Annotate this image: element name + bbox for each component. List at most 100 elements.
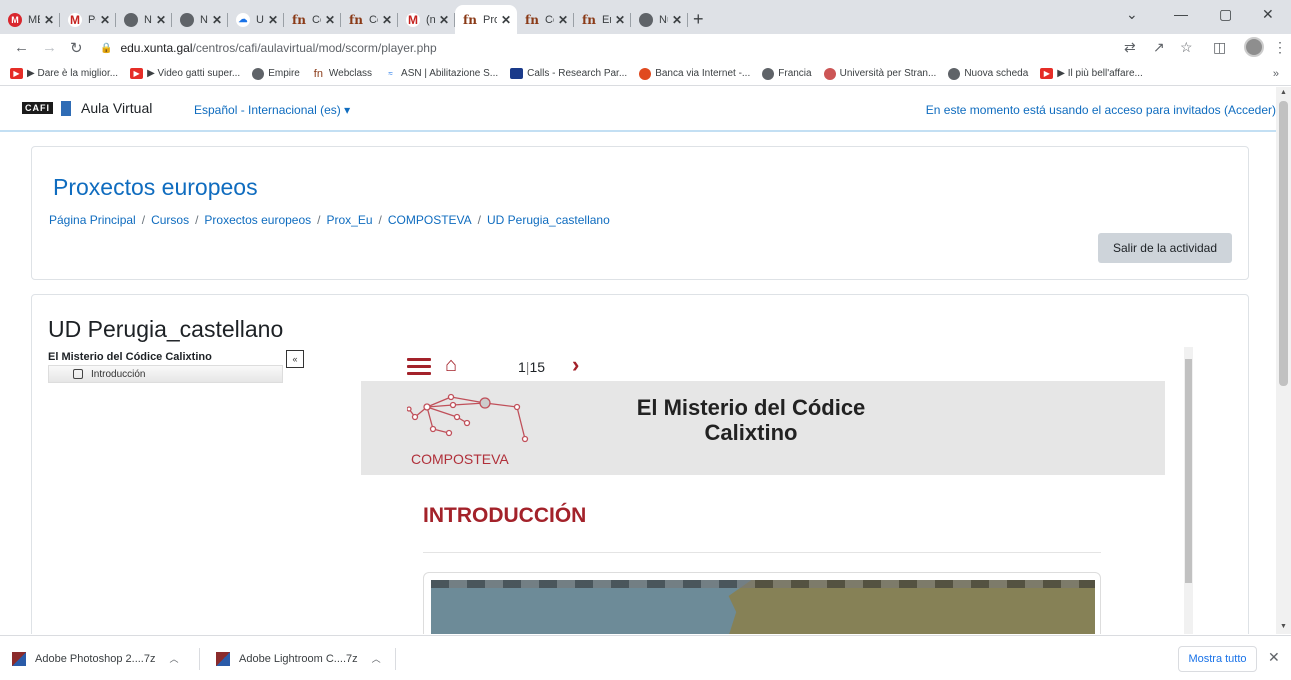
new-tab-icon[interactable]: + bbox=[693, 9, 704, 30]
tab-mega[interactable]: MMEGA✕ bbox=[0, 5, 60, 34]
toc-item-introduccion[interactable]: Introducción bbox=[48, 365, 283, 383]
breadcrumb-item[interactable]: Prox_Eu bbox=[327, 213, 373, 227]
fn-icon: fn bbox=[292, 12, 306, 27]
scorm-title: El Misterio del Códice Calixtino bbox=[636, 395, 866, 446]
language-menu[interactable]: Español - Internacional (es) ▾ bbox=[194, 103, 350, 117]
side-panel-icon[interactable]: ◫ bbox=[1213, 39, 1226, 56]
close-tab-icon[interactable]: ✕ bbox=[156, 13, 166, 27]
close-tab-icon[interactable]: ✕ bbox=[615, 13, 625, 27]
next-page-icon[interactable]: › bbox=[572, 352, 579, 378]
bookmark-item[interactable]: Calls - Research Par... bbox=[510, 68, 627, 79]
guest-access-info: En este momento está usando el acceso pa… bbox=[925, 103, 1276, 117]
bookmark-item[interactable]: Nuova scheda bbox=[948, 67, 1028, 80]
tab-centro-1[interactable]: fnCentro✕ bbox=[284, 5, 341, 34]
download-item[interactable]: Adobe Lightroom C....7z ︿ bbox=[216, 636, 381, 680]
tab-search-icon[interactable]: ⌄ bbox=[1126, 6, 1138, 23]
page-scrollbar[interactable]: ▲ ▼ bbox=[1276, 87, 1291, 634]
tab-centro-3[interactable]: fnCentro✕ bbox=[517, 5, 574, 34]
close-tab-icon[interactable]: ✕ bbox=[212, 13, 222, 27]
scorm-scrollbar-thumb[interactable] bbox=[1185, 359, 1192, 583]
bookmark-item[interactable]: fn Webclass bbox=[312, 67, 372, 80]
url-host: edu.xunta.gal bbox=[120, 41, 193, 55]
tab-posta[interactable]: MPosta in✕ bbox=[60, 5, 116, 34]
fn-icon: fn bbox=[463, 12, 477, 27]
bookmark-item[interactable]: Banca via Internet -... bbox=[639, 67, 750, 80]
hamburger-menu-icon[interactable] bbox=[407, 358, 431, 376]
show-all-downloads-button[interactable]: Mostra tutto bbox=[1178, 646, 1257, 672]
bookmark-item[interactable]: Università per Stran... bbox=[823, 67, 936, 80]
bookmark-item[interactable]: ▶ ▶ Dare è la miglior... bbox=[10, 68, 118, 79]
share-icon[interactable]: ↗ bbox=[1153, 39, 1165, 56]
map-image-frame bbox=[423, 572, 1101, 634]
restore-icon[interactable]: ▢ bbox=[1219, 6, 1232, 23]
moodle-navbar: CAFI Aula Virtual Español - Internaciona… bbox=[0, 87, 1276, 132]
url-field[interactable]: 🔒 edu.xunta.gal/centros/cafi/aulavirtual… bbox=[100, 37, 1110, 59]
globe-icon bbox=[639, 12, 653, 27]
tab-error[interactable]: fnError✕ bbox=[574, 5, 631, 34]
bookmark-item[interactable]: ≈ ASN | Abilitazione S... bbox=[384, 68, 498, 79]
section-heading: INTRODUCCIÓN bbox=[423, 504, 587, 527]
close-window-icon[interactable]: ✕ bbox=[1262, 6, 1274, 23]
close-tab-icon[interactable]: ✕ bbox=[382, 13, 392, 27]
close-tab-icon[interactable]: ✕ bbox=[100, 13, 110, 27]
page-scrollbar-thumb[interactable] bbox=[1279, 101, 1288, 386]
home-icon[interactable]: ⌂ bbox=[445, 354, 457, 377]
cafi-logo[interactable]: CAFI bbox=[22, 102, 53, 114]
divider bbox=[423, 552, 1101, 553]
close-tab-icon[interactable]: ✕ bbox=[439, 13, 449, 27]
close-tab-icon[interactable]: ✕ bbox=[672, 13, 682, 27]
youtube-icon: ▶ bbox=[1040, 68, 1054, 79]
breadcrumb-item[interactable]: COMPOSTEVA bbox=[388, 213, 472, 227]
bookmarks-overflow-button[interactable]: » bbox=[1273, 68, 1279, 80]
fn-icon: fn bbox=[313, 67, 323, 80]
breadcrumb-item[interactable]: Página Principal bbox=[49, 213, 136, 227]
close-tab-icon[interactable]: ✕ bbox=[558, 13, 568, 27]
tab-strip: MMEGA✕ MPosta in✕ Nuova✕ Nuova✕ ☁Unità D… bbox=[0, 0, 1291, 34]
scroll-up-icon[interactable]: ▲ bbox=[1280, 89, 1287, 96]
profile-avatar[interactable] bbox=[1244, 37, 1264, 57]
chevron-up-icon[interactable]: ︿ bbox=[169, 652, 178, 665]
tab-prox-eu[interactable]: fnProx_Eu✕ bbox=[455, 5, 517, 34]
close-tab-icon[interactable]: ✕ bbox=[44, 13, 54, 27]
activity-title: UD Perugia_castellano bbox=[48, 316, 284, 342]
site-name[interactable]: Aula Virtual bbox=[81, 100, 152, 116]
download-item[interactable]: Adobe Photoshop 2....7z ︿ bbox=[12, 636, 179, 680]
bookmark-item[interactable]: Empire bbox=[252, 67, 300, 80]
tab-nessun[interactable]: M(nessun✕ bbox=[398, 5, 455, 34]
back-icon[interactable]: ← bbox=[14, 39, 29, 56]
checkbox-icon bbox=[73, 369, 83, 379]
bookmark-item[interactable]: Francia bbox=[762, 67, 812, 80]
scorm-toc: El Misterio del Códice Calixtino Introdu… bbox=[48, 351, 288, 383]
bookmark-item[interactable]: ▶ ▶ Video gatti super... bbox=[130, 68, 240, 79]
close-tab-icon[interactable]: ✕ bbox=[501, 13, 511, 27]
chevron-up-icon[interactable]: ︿ bbox=[372, 652, 381, 665]
close-tab-icon[interactable]: ✕ bbox=[268, 13, 278, 27]
page-title: Proxectos europeos bbox=[53, 174, 258, 200]
translate-icon[interactable]: ⇄ bbox=[1124, 39, 1136, 56]
tab-nuova-2[interactable]: Nuova✕ bbox=[172, 5, 228, 34]
tab-centro-2[interactable]: fnCentro✕ bbox=[341, 5, 398, 34]
close-icon[interactable]: ✕ bbox=[1268, 649, 1280, 666]
forward-icon[interactable]: → bbox=[42, 39, 57, 56]
breadcrumb-item[interactable]: Cursos bbox=[151, 213, 189, 227]
minimize-icon[interactable]: — bbox=[1174, 6, 1188, 22]
composteva-logo-text: COMPOSTEVA bbox=[411, 451, 509, 467]
tab-nuova-3[interactable]: Nuova✕ bbox=[631, 5, 688, 34]
scorm-scrollbar[interactable] bbox=[1184, 347, 1193, 634]
tab-unita[interactable]: ☁Unità D✕ bbox=[228, 5, 284, 34]
bookmark-item[interactable]: ▶ ▶ Il più bell'affare... bbox=[1040, 68, 1143, 79]
login-link[interactable]: Acceder bbox=[1228, 103, 1272, 117]
bookmark-star-icon[interactable]: ☆ bbox=[1180, 39, 1193, 56]
tab-nuova-1[interactable]: Nuova✕ bbox=[116, 5, 172, 34]
breadcrumb-item[interactable]: UD Perugia_castellano bbox=[487, 213, 610, 227]
close-tab-icon[interactable]: ✕ bbox=[325, 13, 335, 27]
activity-card: UD Perugia_castellano El Misterio del Có… bbox=[31, 294, 1249, 634]
breadcrumb-item[interactable]: Proxectos europeos bbox=[204, 213, 311, 227]
menu-kebab-icon[interactable]: ⋮ bbox=[1273, 39, 1287, 56]
reload-icon[interactable]: ↻ bbox=[70, 39, 83, 57]
page-counter: 1|15 bbox=[518, 359, 546, 375]
scroll-down-icon[interactable]: ▼ bbox=[1280, 623, 1287, 630]
exit-activity-button[interactable]: Salir de la actividad bbox=[1098, 233, 1232, 263]
map-image bbox=[431, 580, 1095, 634]
toc-collapse-button[interactable]: « bbox=[286, 350, 304, 368]
